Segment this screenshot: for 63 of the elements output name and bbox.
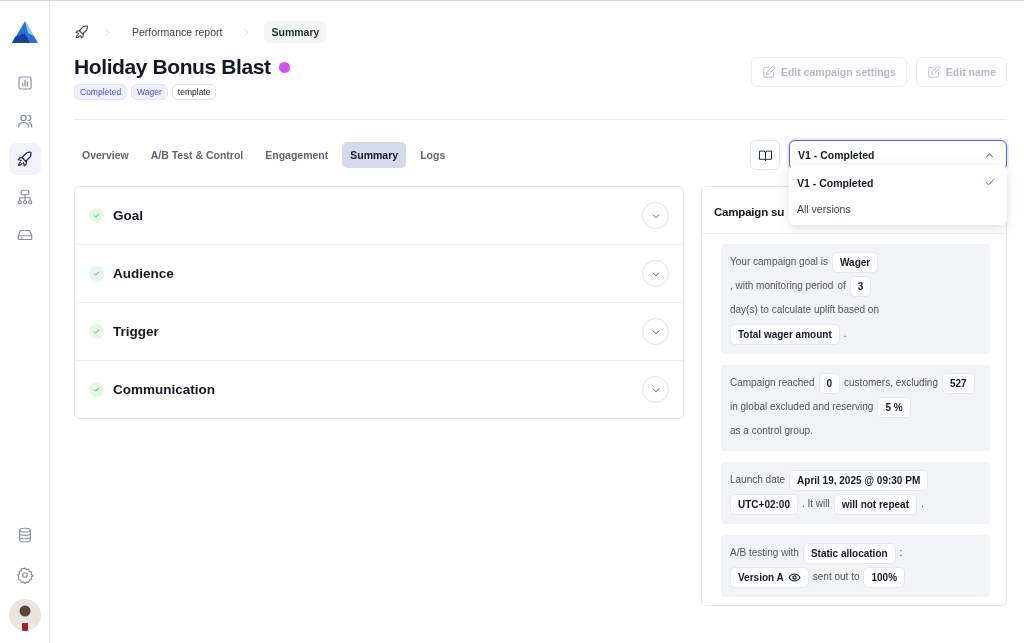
version-option[interactable]: V1 - Completed: [789, 169, 1007, 197]
expand-button[interactable]: [642, 260, 669, 287]
sitemap-icon: [15, 188, 34, 206]
section-title: Communication: [113, 382, 215, 397]
value-chip: will not repeat: [833, 493, 917, 515]
panel-title: Campaign su: [714, 206, 784, 218]
avatar-icon[interactable]: [8, 599, 41, 631]
value-chip: 0: [818, 372, 841, 394]
book-button[interactable]: [750, 140, 780, 170]
summary-text: Your campaign goal is: [730, 256, 829, 267]
users-icon: [15, 112, 34, 130]
tab[interactable]: Summary: [342, 142, 407, 168]
summary-text: customers, excluding: [844, 377, 938, 388]
rocket-icon: [15, 150, 34, 168]
tab[interactable]: Engagement: [257, 142, 337, 168]
summary-text: in global excluded and reserving: [730, 401, 874, 412]
summary-text: Campaign reached: [730, 377, 815, 388]
campaign-tag: Wager: [131, 84, 168, 100]
expand-button[interactable]: [642, 318, 669, 345]
chart-icon: [15, 74, 34, 92]
edit-icon: [761, 65, 776, 79]
tab[interactable]: Overview: [74, 142, 137, 168]
summary-text: sent out to: [812, 571, 860, 582]
summary-text: day(s) to calculate uplift based on: [730, 304, 879, 315]
breadcrumb-link[interactable]: Performance report: [125, 21, 230, 43]
section-title: Goal: [113, 208, 143, 223]
value-chip: 527: [942, 372, 975, 394]
logo-icon: [11, 21, 38, 43]
breadcrumb-link[interactable]: Summary: [264, 21, 327, 43]
value-chip: Static allocation: [802, 542, 896, 564]
value-chip: UTC+02:00: [730, 493, 798, 515]
summary-text: A/B testing with: [730, 547, 799, 558]
rocket-icon: [74, 24, 90, 40]
summary-text: .: [843, 328, 847, 339]
campaign-tag: template: [171, 84, 217, 100]
section-title: Audience: [113, 266, 174, 281]
expand-button[interactable]: [642, 202, 669, 229]
expand-button[interactable]: [642, 376, 669, 403]
tab[interactable]: A/B Test & Control: [142, 142, 252, 168]
tab[interactable]: Logs: [412, 142, 454, 168]
value-chip: 5 %: [877, 396, 911, 418]
eye-icon: [787, 570, 801, 584]
sidebar-nav-button[interactable]: [8, 143, 41, 175]
book-icon: [757, 147, 773, 163]
campaign-tag: Completed: [74, 84, 128, 100]
summary-text: . It will: [801, 498, 830, 509]
summary-text: Launch date: [730, 474, 786, 485]
campaign-title: Holiday Bonus Blast: [74, 55, 271, 79]
value-chip: April 19, 2025 @ 09:30 PM: [789, 469, 929, 491]
value-chip: Total wager amount: [730, 323, 840, 345]
value-chip[interactable]: Version A: [730, 566, 809, 588]
edit-icon: [926, 65, 941, 79]
summary-text: .: [921, 498, 924, 509]
section-title: Trigger: [113, 324, 159, 339]
summary-text: :: [899, 547, 903, 558]
summary-text: as a control group.: [730, 425, 813, 436]
summary-text: of: [837, 280, 846, 291]
value-chip: Wager: [832, 251, 879, 273]
settings-icon: [15, 566, 34, 584]
value-chip: 100%: [863, 566, 906, 588]
value-chip: 3: [849, 275, 872, 297]
summary-text: , with monitoring period: [730, 280, 834, 291]
version-option[interactable]: All versions: [789, 197, 1007, 221]
